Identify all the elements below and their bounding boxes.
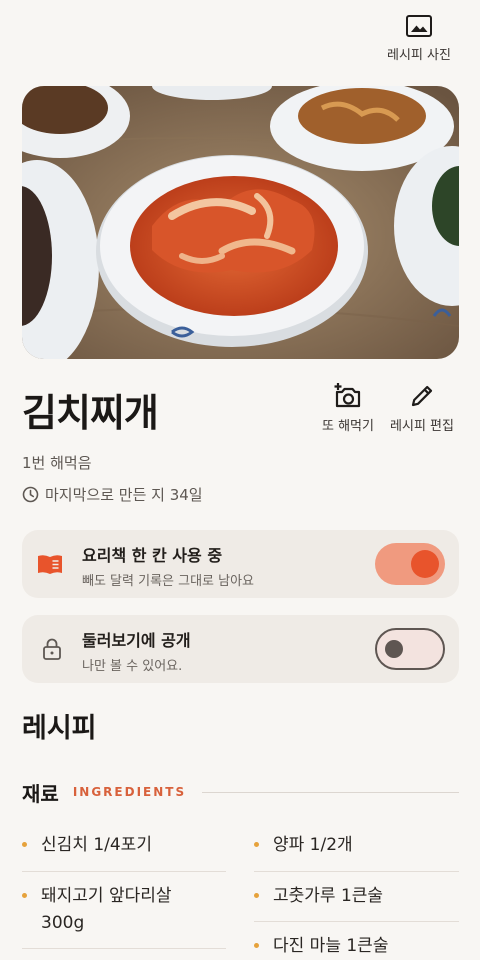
divider [254, 871, 459, 872]
last-made-text: 마지막으로 만든 지 34일 [45, 486, 203, 504]
ingredient-text: 양파 1/2개 [273, 835, 353, 855]
bullet-dot [254, 842, 259, 847]
toggle-knob [411, 550, 439, 578]
ingredients-header: 재료 INGREDIENTS [22, 778, 459, 806]
ingredient-text: 다진 마늘 1큰술 [273, 936, 389, 956]
header-divider [202, 791, 459, 793]
image-icon [406, 15, 432, 37]
ingredient-text: 신김치 1/4포기 [41, 835, 152, 855]
recipe-photo-label: 레시피 사진 [387, 48, 451, 63]
recipe-photo-button[interactable]: 레시피 사진 [382, 14, 456, 63]
last-made-row: 마지막으로 만든 지 34일 [22, 484, 203, 505]
cook-count: 1번 해먹음 [22, 454, 92, 472]
divider [22, 871, 226, 872]
edit-recipe-label: 레시피 편집 [390, 419, 454, 434]
recipe-title: 김치찌개 [22, 391, 159, 435]
bullet-dot [254, 943, 259, 948]
divider [254, 921, 459, 922]
cookbook-card-title: 요리책 한 칸 사용 중 [82, 546, 223, 565]
edit-recipe-button[interactable]: 레시피 편집 [384, 382, 460, 434]
ingredient-item: 돼지고기 앞다리살 300g [22, 883, 222, 943]
bullet-dot [22, 842, 27, 847]
bullet-dot [22, 893, 27, 898]
ingredient-item: 신김치 1/4포기 [22, 832, 222, 862]
cookbook-toggle[interactable] [375, 543, 445, 585]
lock-icon [43, 638, 61, 660]
ingredient-text: 고춧가루 1큰술 [273, 886, 384, 906]
cook-again-button[interactable]: 또 해먹기 [318, 382, 378, 434]
toggle-knob [385, 640, 403, 658]
camera-add-icon [334, 383, 361, 408]
recipe-title-row: 김치찌개 또 해먹기 레시피 편집 [22, 380, 458, 440]
pencil-icon [411, 385, 433, 407]
public-visibility-card: 둘러보기에 공개 나만 볼 수 있어요. [22, 615, 459, 683]
clock-icon [22, 486, 39, 503]
ingredient-item: 양파 1/2개 [254, 832, 459, 862]
cookbook-slot-card: 요리책 한 칸 사용 중 빼도 달력 기록은 그대로 남아요 [22, 530, 459, 598]
recipe-section-title: 레시피 [22, 713, 97, 744]
ingredients-title: 재료 [22, 781, 59, 806]
cook-again-label: 또 해먹기 [322, 419, 374, 434]
ingredient-item: 고춧가루 1큰술 [254, 883, 459, 913]
ingredients-subtitle: INGREDIENTS [72, 785, 187, 799]
ingredient-text: 돼지고기 앞다리살 300g [41, 886, 172, 933]
bullet-dot [254, 893, 259, 898]
divider [22, 948, 226, 949]
cookbook-card-subtitle: 빼도 달력 기록은 그대로 남아요 [82, 574, 255, 589]
public-card-title: 둘러보기에 공개 [82, 631, 191, 650]
public-card-subtitle: 나만 볼 수 있어요. [82, 659, 183, 674]
public-toggle[interactable] [375, 628, 445, 670]
open-book-icon [38, 555, 62, 574]
ingredient-item: 다진 마늘 1큰술 [254, 933, 459, 960]
recipe-hero-photo [22, 86, 459, 359]
